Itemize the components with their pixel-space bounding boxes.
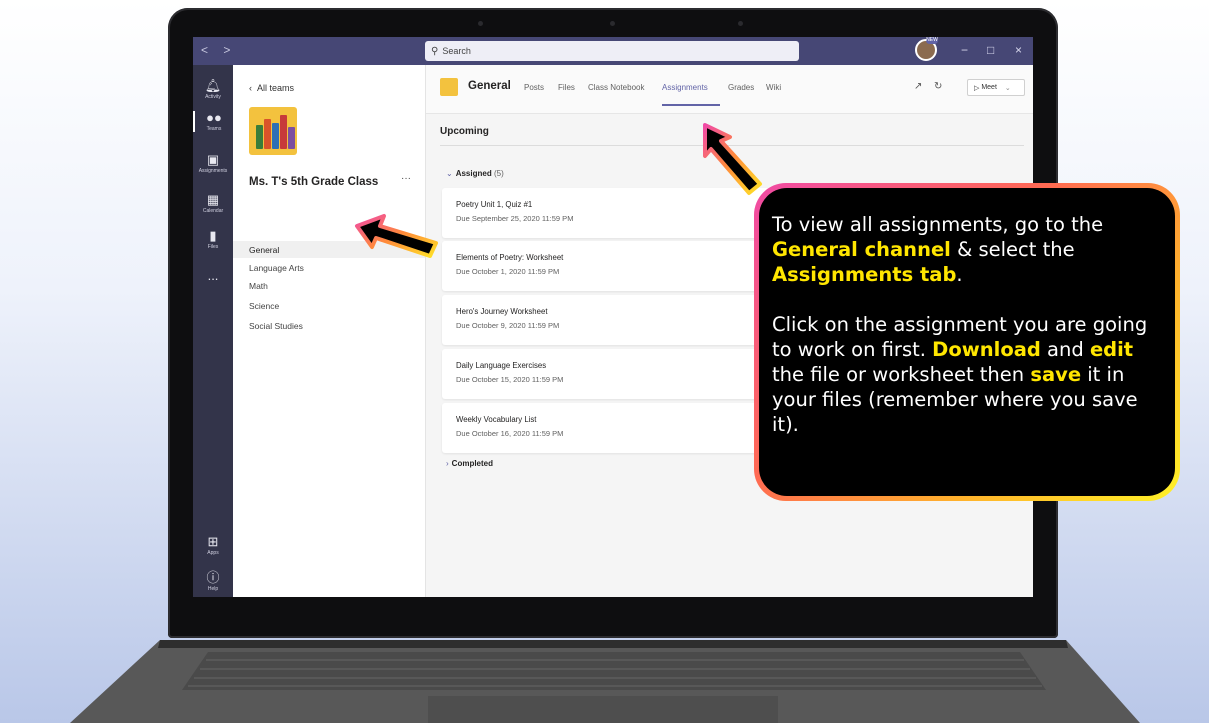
- callout-paragraph-2: Click on the assignment you are going to…: [772, 312, 1165, 437]
- callout-text-part: & select the: [950, 238, 1075, 261]
- callout-highlight: Assignments tab: [772, 263, 957, 286]
- callout-text-part: and: [1040, 338, 1090, 361]
- callout-text-part: the file or worksheet then: [772, 363, 1031, 386]
- callout-text-part: .: [956, 263, 963, 286]
- callout-highlight: save: [1030, 363, 1082, 386]
- instruction-callout: To view all assignments, go to the Gener…: [754, 183, 1180, 501]
- callout-text: To view all assignments, go to the Gener…: [759, 188, 1175, 496]
- arrow-icon: [703, 123, 762, 195]
- callout-highlight: Download: [932, 338, 1041, 361]
- callout-highlight: General channel: [772, 238, 951, 261]
- callout-highlight: edit: [1089, 338, 1134, 361]
- callout-text-part: To view all assignments, go to the: [772, 213, 1104, 236]
- arrow-icon: [355, 214, 438, 258]
- callout-paragraph-1: To view all assignments, go to the Gener…: [772, 212, 1165, 287]
